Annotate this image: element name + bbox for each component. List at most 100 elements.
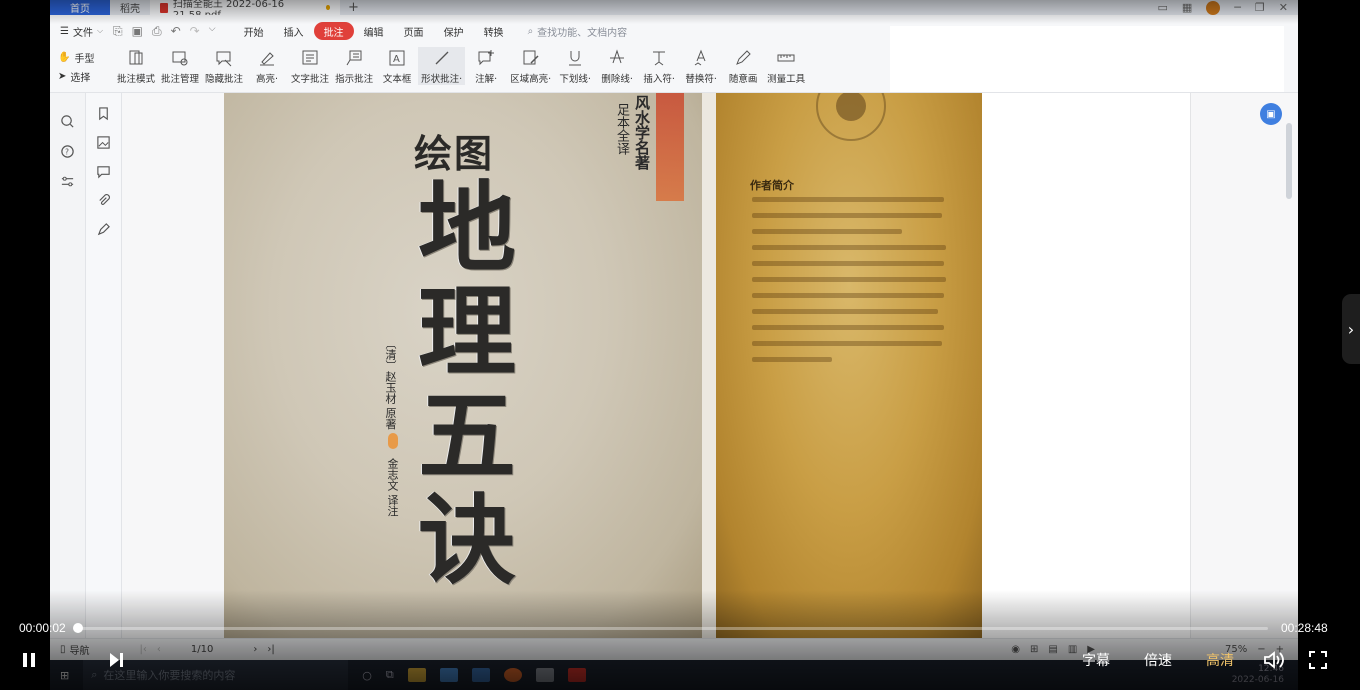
nav-pane-button[interactable]: ▯ 导航 — [60, 642, 90, 657]
ribbon-tool-hide-annotation[interactable]: 隐藏批注 — [202, 47, 246, 85]
browser-icon[interactable] — [439, 668, 458, 682]
next-episode-button[interactable]: › — [1342, 294, 1360, 364]
ribbon-tool-underline[interactable]: 下划线· — [554, 47, 596, 85]
hand-tool-label: 手型 — [74, 54, 95, 65]
zoom-search-icon[interactable] — [60, 113, 76, 129]
cover-author: 〔清〕赵玉材 原著 — [384, 338, 397, 430]
ribbon-tool-insert-caret[interactable]: 插入符· — [638, 47, 680, 85]
text-line — [752, 357, 832, 362]
comment-icon[interactable] — [96, 163, 112, 179]
file-explorer-icon[interactable] — [407, 668, 426, 682]
redo-icon[interactable]: ↷ — [190, 24, 200, 39]
hand-tool-button[interactable]: ✋ 手型 — [58, 50, 114, 65]
tab-pdf-document[interactable]: 扫描全能王 2022-06-16 21.58.pdf — [150, 0, 340, 21]
fullscreen-button[interactable] — [1308, 648, 1328, 672]
cover-orange-seal — [388, 433, 398, 449]
tab-daoke[interactable]: 稻壳 — [110, 0, 150, 15]
settings-sliders-icon[interactable] — [60, 173, 76, 189]
text-line — [752, 197, 944, 202]
note-icon — [476, 49, 496, 67]
avatar[interactable] — [1206, 0, 1221, 15]
ribbon-tool-label: 下划线· — [559, 74, 591, 85]
print-icon[interactable]: ⎙ — [152, 24, 162, 39]
volume-button[interactable] — [1263, 648, 1285, 672]
pause-button[interactable] — [20, 648, 38, 672]
signature-icon[interactable] — [96, 221, 112, 237]
undo-icon[interactable]: ↶ — [171, 24, 181, 39]
search-input[interactable]: ⌕ 查找功能、文档内容 — [528, 24, 628, 39]
ribbon-tool-text-annotation[interactable]: 文字批注 — [288, 47, 332, 85]
file-menu[interactable]: ☰ 文件 ⌵ — [60, 24, 103, 39]
last-page-icon[interactable]: ›| — [267, 644, 274, 655]
menu-item-convert[interactable]: 转换 — [474, 22, 514, 40]
ribbon-tool-freehand[interactable]: 随意画 — [722, 47, 764, 85]
bagua-emblem — [816, 93, 886, 141]
ribbon-tool-label: 高亮· — [256, 74, 279, 85]
select-tool-button[interactable]: ➤ 选择 — [58, 69, 114, 84]
speed-button[interactable]: 倍速 — [1144, 648, 1172, 672]
ribbon-tool-textbox[interactable]: A 文本框 — [376, 47, 418, 85]
eye-mode-icon[interactable]: ◉ — [1011, 644, 1020, 655]
cover-big-title: 地 理 五 诀 — [412, 177, 522, 593]
ribbon-tool-highlight[interactable]: 高亮· — [246, 47, 288, 85]
menu-item-protect[interactable]: 保护 — [434, 22, 474, 40]
vertical-scrollbar[interactable] — [1286, 123, 1292, 199]
menu-item-insert[interactable]: 插入 — [274, 22, 314, 40]
ribbon-tool-note[interactable]: 注解· — [465, 47, 507, 85]
ribbon-tool-replace-caret[interactable]: 替换符· — [680, 47, 722, 85]
chevron-down-icon: ⌵ — [96, 26, 104, 35]
restore-icon[interactable]: ❐ — [1255, 1, 1265, 14]
menu-item-annotate[interactable]: 批注 — [313, 22, 354, 40]
task-view-icon[interactable]: ⧉ — [386, 668, 394, 682]
firefox-icon[interactable] — [503, 668, 522, 682]
minimize-icon[interactable]: ─ — [1234, 1, 1241, 14]
progress-handle[interactable] — [73, 623, 83, 633]
dual-page-icon[interactable]: ▥ — [1068, 644, 1077, 655]
thumbnail-icon[interactable] — [96, 134, 112, 150]
menu-item-page[interactable]: 页面 — [394, 22, 434, 40]
highlight-icon — [257, 49, 277, 67]
ribbon-tool-strikethrough[interactable]: 删除线· — [596, 47, 638, 85]
more-chevron-icon[interactable]: ⌵ — [209, 24, 216, 39]
apps-grid-icon[interactable]: ▦ — [1182, 1, 1192, 14]
first-page-icon[interactable]: |‹ — [140, 644, 147, 655]
wps-icon[interactable] — [567, 668, 586, 682]
save-icon[interactable]: ▣ — [132, 24, 143, 39]
menu-item-start[interactable]: 开始 — [234, 22, 274, 40]
windows-start-icon[interactable]: ⊞ — [60, 669, 69, 682]
bookmark-icon[interactable] — [96, 105, 112, 121]
video-player[interactable]: 首页 稻壳 扫描全能王 2022-06-16 21.58.pdf + ▭ ▦ ─… — [0, 0, 1360, 690]
attachment-icon[interactable] — [96, 192, 112, 208]
subtitle-button[interactable]: 字幕 — [1082, 648, 1110, 672]
new-tab-button[interactable]: + — [340, 0, 367, 15]
app-icon[interactable] — [535, 668, 554, 682]
progress-bar[interactable] — [78, 627, 1268, 630]
next-page-icon[interactable]: › — [253, 644, 257, 655]
ribbon-tool-annotation-mode[interactable]: 批注模式 — [114, 47, 158, 85]
fit-page-icon[interactable]: ⊞ — [1030, 644, 1038, 655]
quality-button[interactable]: 高清 — [1206, 648, 1234, 672]
single-page-icon[interactable]: ▤ — [1048, 644, 1057, 655]
floating-assistant-icon[interactable]: ▣ — [1260, 103, 1282, 125]
document-view[interactable]: 绘图 地 理 五 诀 风水学名著 足本全译 〔清〕赵玉材 原著 金志文 译注 作… — [122, 93, 1298, 638]
help-icon[interactable]: ? — [60, 143, 76, 159]
close-icon[interactable]: ✕ — [1279, 1, 1288, 14]
menu-item-edit[interactable]: 编辑 — [354, 22, 394, 40]
prev-page-icon[interactable]: ‹ — [157, 644, 161, 655]
open-folder-icon[interactable]: ⎘ — [113, 24, 123, 39]
ribbon-tool-area-highlight[interactable]: 区域高亮· — [507, 47, 554, 85]
ribbon-tool-annotation-manage[interactable]: 批注管理 — [158, 47, 202, 85]
os-taskbar: ⊞ ⌕ 在这里输入你要搜索的内容 ○ ⧉ 12:46 2022-06-16 — [50, 660, 1298, 690]
page-indicator[interactable]: 1/10 — [191, 644, 213, 655]
next-button[interactable] — [107, 648, 125, 672]
layout-icon[interactable]: ▭ — [1157, 1, 1167, 14]
ribbon-tool-shape-annotation[interactable]: 形状批注· — [418, 47, 466, 85]
ribbon-tool-ruler[interactable]: 测量工具 — [764, 47, 808, 85]
blank-panel — [890, 26, 1284, 92]
mail-icon[interactable] — [471, 668, 490, 682]
text-line — [752, 341, 942, 346]
text-annotation-icon — [300, 49, 320, 67]
tab-home[interactable]: 首页 — [50, 0, 110, 15]
ribbon-tool-pointer-annotation[interactable]: 指示批注 — [332, 47, 376, 85]
cortana-icon[interactable]: ○ — [362, 669, 372, 682]
